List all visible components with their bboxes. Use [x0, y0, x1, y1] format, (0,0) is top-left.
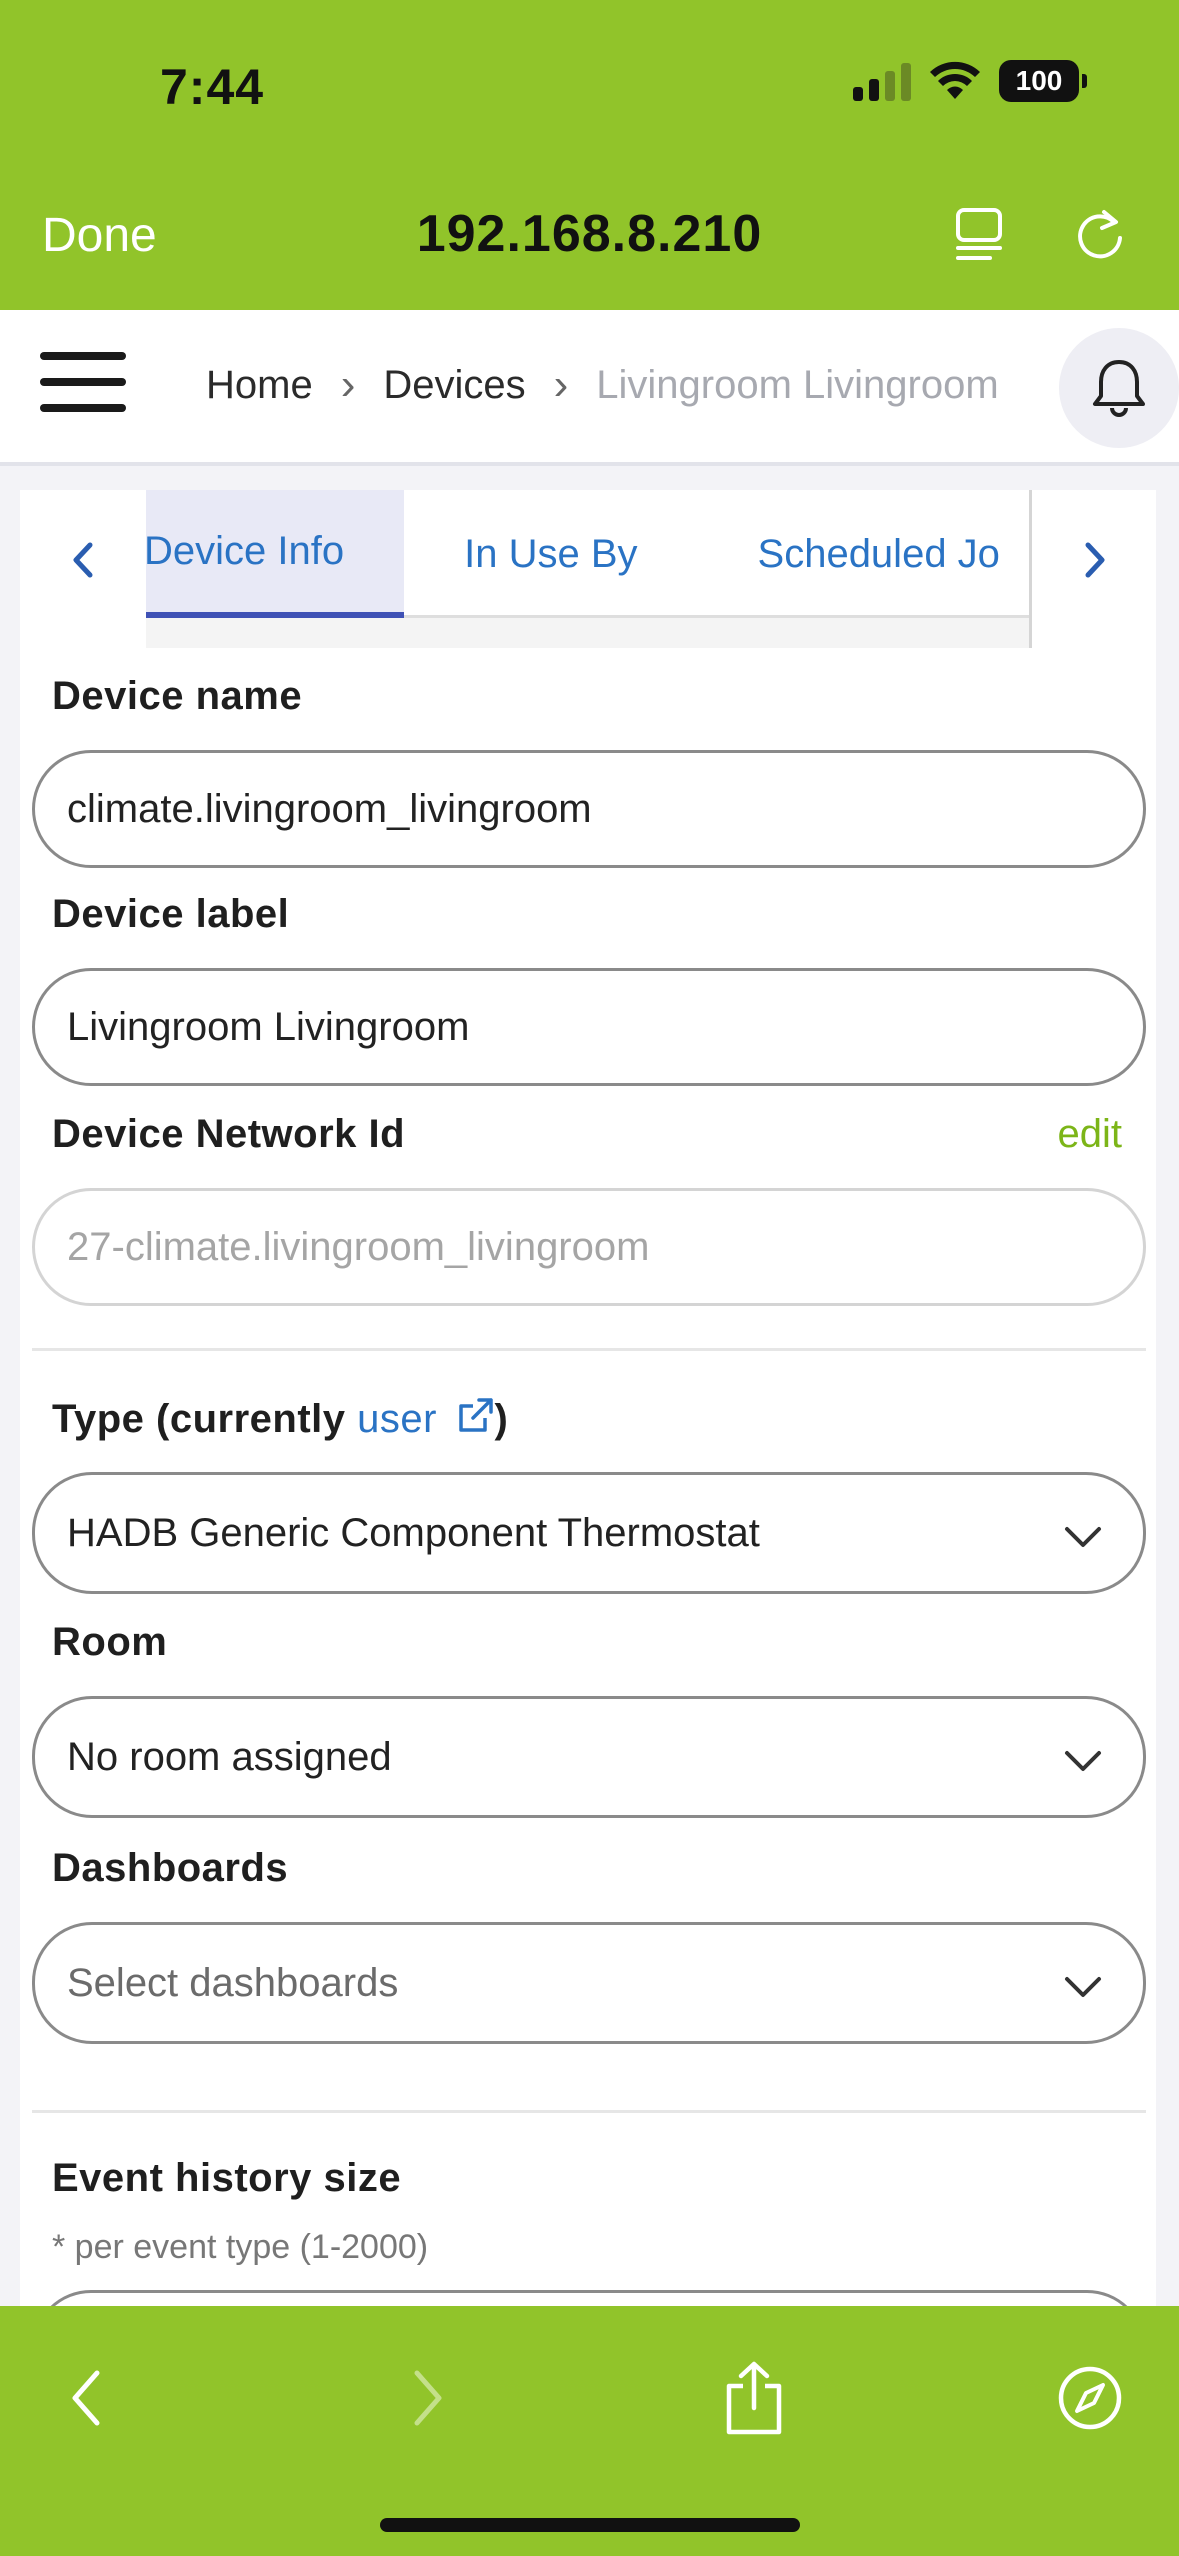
dashboards-select[interactable]: Select dashboards	[32, 1922, 1146, 2044]
breadcrumb-devices[interactable]: Devices	[383, 363, 525, 408]
tab-device-info[interactable]: Device Info	[146, 490, 405, 618]
share-icon	[726, 2361, 782, 2435]
tab-in-use-by[interactable]: In Use By	[404, 490, 697, 618]
chevron-left-icon	[73, 542, 93, 578]
type-label-suffix: )	[494, 1397, 509, 1441]
breadcrumb: Home › Devices › Livingroom Livingroom	[206, 360, 999, 410]
dashboards-label: Dashboards	[52, 1846, 289, 1890]
type-user-link[interactable]: user	[357, 1397, 437, 1441]
room-value: No room assigned	[67, 1734, 392, 1779]
event-history-hint: * per event type (1-2000)	[52, 2228, 429, 2266]
room-label: Room	[52, 1620, 168, 1664]
device-name-value: climate.livingroom_livingroom	[67, 786, 592, 831]
chevron-right-icon	[1085, 542, 1105, 578]
device-card: Device Info In Use By Scheduled Jo Devic…	[20, 490, 1156, 2408]
tab-scheduled-jobs[interactable]: Scheduled Jo	[698, 490, 1029, 618]
type-value: HADB Generic Component Thermostat	[67, 1510, 760, 1555]
reader-view-icon[interactable]	[950, 204, 1010, 264]
share-button[interactable]	[714, 2358, 794, 2438]
battery-icon: 100	[999, 60, 1087, 102]
breadcrumb-current: Livingroom Livingroom	[596, 362, 999, 407]
reload-icon[interactable]	[1070, 204, 1130, 264]
back-button[interactable]	[48, 2358, 128, 2438]
event-history-label: Event history size	[52, 2156, 402, 2200]
breadcrumb-home[interactable]: Home	[206, 363, 313, 408]
section-divider	[32, 2110, 1146, 2113]
dashboards-placeholder: Select dashboards	[67, 1960, 399, 2005]
network-id-value: 27-climate.livingroom_livingroom	[67, 1224, 650, 1269]
device-name-input[interactable]: climate.livingroom_livingroom	[32, 750, 1146, 868]
device-label-input[interactable]: Livingroom Livingroom	[32, 968, 1146, 1086]
room-select[interactable]: No room assigned	[32, 1696, 1146, 1818]
chevron-right-icon: ›	[553, 360, 569, 409]
bell-icon	[1093, 360, 1145, 417]
forward-arrow-icon	[414, 2370, 442, 2426]
tab-scroll-left-button[interactable]	[54, 530, 114, 590]
chevron-down-icon	[1065, 1977, 1101, 1997]
type-select[interactable]: HADB Generic Component Thermostat	[32, 1472, 1146, 1594]
device-label-value: Livingroom Livingroom	[67, 1004, 470, 1049]
browser-top-bar: 7:44 100 Done 192.168.8.210	[0, 0, 1179, 310]
network-id-edit-link[interactable]: edit	[1058, 1112, 1123, 1157]
menu-icon[interactable]	[40, 352, 126, 412]
compass-icon	[1058, 2366, 1122, 2430]
safari-compass-button[interactable]	[1050, 2358, 1130, 2438]
wifi-icon	[930, 61, 980, 99]
cellular-signal-icon	[853, 61, 911, 101]
type-label: Type (currently user )	[52, 1396, 508, 1442]
status-icons: 100	[853, 60, 1087, 102]
network-id-input: 27-climate.livingroom_livingroom	[32, 1188, 1146, 1306]
external-link-icon[interactable]	[455, 1396, 495, 1436]
status-time: 7:44	[160, 59, 265, 115]
chevron-right-icon: ›	[340, 360, 356, 409]
forward-button[interactable]	[386, 2358, 466, 2438]
tab-bar: Device Info In Use By Scheduled Jo	[20, 490, 1156, 650]
tabs-scroller[interactable]: Device Info In Use By Scheduled Jo	[146, 490, 1032, 648]
device-label-label: Device label	[52, 892, 290, 936]
home-indicator	[380, 2518, 800, 2532]
type-label-prefix: Type (currently	[52, 1397, 358, 1441]
app-header: Home › Devices › Livingroom Livingroom	[0, 310, 1179, 466]
browser-bottom-bar	[0, 2306, 1179, 2556]
device-name-label: Device name	[52, 674, 303, 718]
chevron-down-icon	[1065, 1527, 1101, 1547]
chevron-down-icon	[1065, 1751, 1101, 1771]
back-arrow-icon	[72, 2370, 100, 2426]
section-divider	[32, 1348, 1146, 1351]
tab-scroll-right-button[interactable]	[1064, 530, 1124, 590]
notifications-button[interactable]	[1059, 328, 1179, 448]
network-id-label: Device Network Id	[52, 1112, 406, 1156]
